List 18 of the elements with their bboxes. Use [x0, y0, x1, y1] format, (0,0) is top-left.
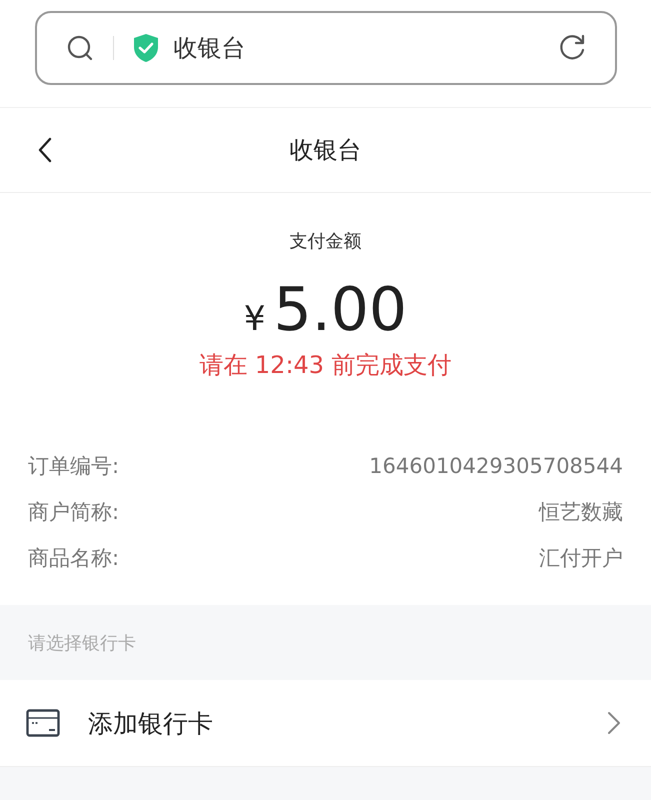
detail-label: 商户简称: — [28, 499, 120, 526]
detail-label: 商品名称: — [28, 545, 120, 572]
add-card-label: 添加银行卡 — [88, 708, 213, 740]
address-bar[interactable]: 收银台 — [34, 10, 616, 84]
card-icon — [26, 709, 60, 737]
detail-label: 订单编号: — [28, 453, 120, 480]
amount-value: 5.00 — [274, 275, 408, 345]
page-title: 收银台 — [290, 135, 362, 166]
address-title: 收银台 — [174, 32, 246, 64]
back-icon[interactable] — [37, 137, 53, 163]
amount-label: 支付金额 — [290, 230, 362, 253]
chevron-right-icon — [607, 711, 621, 735]
currency-symbol: ¥ — [244, 299, 266, 339]
detail-value: 汇付开户 — [539, 545, 623, 572]
detail-value: 恒艺数藏 — [539, 499, 623, 526]
detail-value: 1646010429305708544 — [369, 454, 623, 478]
section-hint: 请选择银行卡 — [28, 632, 136, 654]
deadline-text: 请在 12:43 前完成支付 — [199, 350, 452, 381]
